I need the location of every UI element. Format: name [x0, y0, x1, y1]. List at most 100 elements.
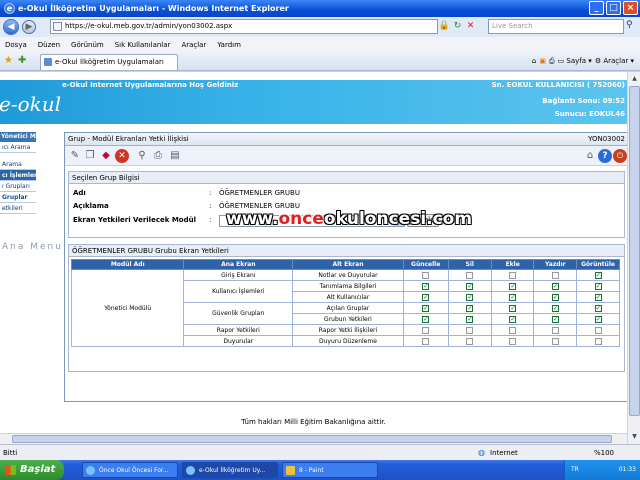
permission-checkbox[interactable]: ✓ [466, 304, 474, 312]
start-button[interactable]: Başlat [0, 460, 64, 480]
permission-checkbox[interactable]: ✓ [551, 282, 559, 290]
zoom-level[interactable]: %100 [594, 449, 614, 457]
search-icon[interactable]: ⚲ [626, 20, 633, 30]
permission-checkbox[interactable]: ✓ [551, 271, 559, 279]
group-info-section: Seçilen Grup Bilgisi Adı : ÖĞRETMENLER G… [68, 171, 625, 238]
permission-checkbox[interactable]: ✓ [509, 282, 517, 290]
permission-checkbox[interactable]: ✓ [594, 304, 602, 312]
feeds-icon[interactable]: ▣ [539, 55, 546, 68]
edit-icon[interactable]: ✎ [68, 149, 82, 163]
browser-tab[interactable]: e-Okul İlköğretim Uygulamaları [40, 54, 178, 70]
add-favorite-icon[interactable]: ✚ [18, 55, 26, 66]
menu-bar: Dosya Düzen Görünüm Sık Kullanılanlar Ar… [0, 37, 640, 52]
eraser-icon[interactable]: ◆ [99, 149, 113, 163]
menu-view[interactable]: Görünüm [71, 41, 104, 49]
permission-checkbox[interactable]: ✓ [509, 304, 517, 312]
menu-favorites[interactable]: Sık Kullanılanlar [115, 41, 171, 49]
permission-checkbox[interactable]: ✓ [509, 271, 517, 279]
scroll-thumb[interactable] [12, 435, 612, 443]
home-icon[interactable]: ⌂ [532, 55, 536, 68]
column-header: Ekle [490, 259, 535, 270]
search-input[interactable]: Live Search [488, 19, 624, 34]
sidebar-item[interactable]: Gruplar [0, 192, 36, 203]
paint-icon [286, 466, 295, 475]
module-cell: Yönetici Modülü [70, 269, 185, 347]
permission-checkbox[interactable]: ✓ [594, 337, 602, 345]
permission-checkbox[interactable]: ✓ [466, 337, 474, 345]
sidebar-header: Yönetici Modülü [0, 132, 55, 142]
permission-checkbox[interactable]: ✓ [594, 271, 602, 279]
group-info-heading: Seçilen Grup Bilgisi [69, 172, 624, 184]
permission-checkbox[interactable]: ✓ [509, 337, 517, 345]
menu-edit[interactable]: Düzen [38, 41, 60, 49]
permission-checkbox[interactable]: ✓ [466, 293, 474, 301]
scroll-up-icon[interactable]: ▲ [628, 72, 640, 85]
main-screen-cell: Kullanıcı İşlemleri [183, 280, 294, 303]
language-indicator[interactable]: TR [571, 466, 579, 473]
vertical-scrollbar[interactable]: ▲ ▼ [627, 72, 640, 444]
scroll-thumb[interactable] [629, 86, 640, 416]
stop-icon[interactable]: ✕ [464, 20, 477, 33]
colon: : [209, 202, 212, 210]
menu-help[interactable]: Yardım [217, 41, 241, 49]
home-icon[interactable]: ⌂ [583, 149, 597, 163]
help-icon[interactable]: ? [598, 149, 612, 163]
forward-button[interactable]: ▶ [22, 20, 36, 34]
exit-icon[interactable]: ⏻ [613, 149, 627, 163]
permission-checkbox[interactable]: ✓ [551, 293, 559, 301]
sidebar-item[interactable]: ı Grupları [0, 181, 36, 192]
menu-file[interactable]: Dosya [5, 41, 27, 49]
print-icon[interactable]: ⎙ [151, 149, 165, 163]
sidebar-item[interactable]: Arama [0, 159, 36, 170]
taskbar-item[interactable]: Önce Okul Öncesi For... [82, 462, 178, 478]
address-bar: ◀ ▶ https://e-okul.meb.gov.tr/admin/yon0… [0, 17, 640, 37]
permission-checkbox[interactable]: ✓ [509, 326, 517, 334]
permission-checkbox[interactable]: ✓ [466, 326, 474, 334]
maximize-button[interactable]: □ [606, 1, 621, 15]
page-menu[interactable]: ▭ Sayfa ▾ [558, 55, 592, 68]
lock-icon[interactable]: 🔒 [438, 20, 451, 33]
close-button[interactable]: × [623, 1, 638, 15]
minimize-button[interactable]: _ [589, 1, 604, 15]
search-icon[interactable]: ⚲ [135, 149, 149, 163]
permission-checkbox[interactable]: ✓ [594, 326, 602, 334]
permission-checkbox[interactable]: ✓ [509, 315, 517, 323]
sub-screen-cell: Alt Kullanıcılar [292, 291, 404, 303]
description-label: Açıklama [73, 202, 109, 210]
permission-checkbox[interactable]: ✓ [551, 315, 559, 323]
favorites-star-icon[interactable]: ★ [4, 55, 13, 66]
export-icon[interactable]: ▤ [168, 149, 182, 163]
copy-icon[interactable]: ❐ [83, 149, 97, 163]
permission-checkbox[interactable]: ✓ [422, 271, 430, 279]
permission-checkbox[interactable]: ✓ [422, 293, 430, 301]
scroll-down-icon[interactable]: ▼ [628, 430, 640, 443]
permission-checkbox[interactable]: ✓ [422, 304, 430, 312]
refresh-icon[interactable]: ↻ [451, 20, 464, 33]
sidebar-item[interactable]: etkileri [0, 203, 36, 214]
url-input[interactable]: https://e-okul.meb.gov.tr/admin/yon03002… [50, 19, 438, 34]
back-button[interactable]: ◀ [3, 19, 19, 35]
print-icon[interactable]: ⎙ [549, 55, 555, 68]
permission-checkbox[interactable]: ✓ [422, 326, 430, 334]
sidebar-item-selected[interactable]: cı İşlemleri [0, 170, 36, 181]
permission-checkbox[interactable]: ✓ [594, 293, 602, 301]
tools-menu[interactable]: ⚙ Araçlar ▾ [595, 55, 634, 68]
menu-tools[interactable]: Araçlar [181, 41, 206, 49]
permission-checkbox[interactable]: ✓ [466, 315, 474, 323]
permission-checkbox[interactable]: ✓ [422, 282, 430, 290]
sidebar-item[interactable]: ıcı Arama [0, 142, 36, 153]
taskbar-item[interactable]: 8 - Paint [282, 462, 378, 478]
horizontal-scrollbar[interactable] [0, 433, 627, 444]
permission-checkbox[interactable]: ✓ [551, 304, 559, 312]
permission-checkbox[interactable]: ✓ [422, 315, 430, 323]
permission-checkbox[interactable]: ✓ [466, 271, 474, 279]
permission-checkbox[interactable]: ✓ [466, 282, 474, 290]
permission-checkbox[interactable]: ✓ [594, 315, 602, 323]
permission-checkbox[interactable]: ✓ [551, 337, 559, 345]
delete-icon[interactable]: ✕ [115, 149, 129, 163]
taskbar-item-active[interactable]: e-Okul İlköğretim Uy... [182, 462, 278, 478]
permission-checkbox[interactable]: ✓ [594, 282, 602, 290]
permission-checkbox[interactable]: ✓ [422, 337, 430, 345]
permission-checkbox[interactable]: ✓ [551, 326, 559, 334]
permission-checkbox[interactable]: ✓ [509, 293, 517, 301]
